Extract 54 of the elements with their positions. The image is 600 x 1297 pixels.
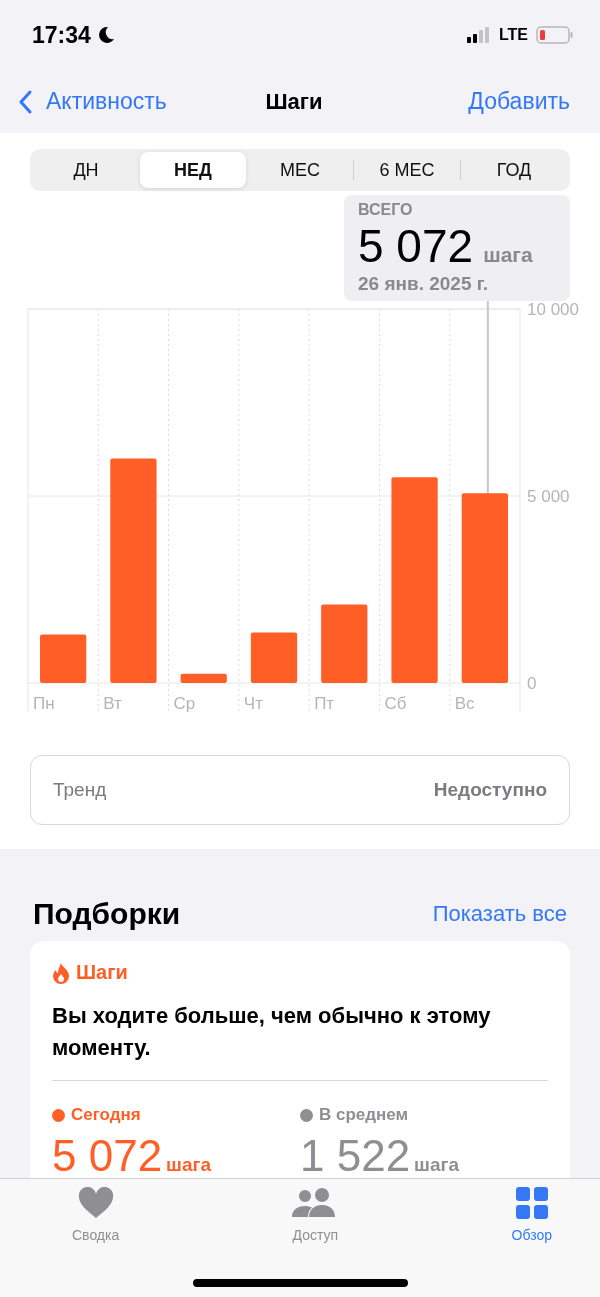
x-axis-label: Сб — [384, 694, 407, 713]
segment-tab[interactable]: НЕД — [140, 152, 246, 188]
callout-label: ВСЕГО — [358, 201, 414, 219]
stat-unit: шага — [166, 1154, 211, 1176]
bar[interactable] — [110, 458, 157, 683]
tab-bar-item[interactable]: Сводка — [72, 1187, 120, 1251]
bar[interactable] — [40, 634, 87, 683]
card-text: Вы ходите больше, чем обычно к этому моменту. — [52, 1002, 492, 1062]
trend-value: Недоступно — [433, 779, 547, 801]
stat-value: 1 522 — [300, 1131, 411, 1178]
x-axis-label: Пн — [33, 694, 55, 713]
card-category: Шаги — [76, 961, 128, 984]
show-all-link[interactable]: Показать все — [432, 901, 567, 927]
highlight-card[interactable]: Шаги Вы ходите больше, чем обычно к этому моменту. Сегодня 5 072 шага В среднем 1 522 шага — [30, 941, 570, 1178]
x-axis-label: Чт — [243, 694, 263, 713]
battery-icon — [536, 26, 574, 44]
tab-bar-item[interactable]: Доступ — [291, 1187, 340, 1251]
bar[interactable] — [250, 632, 298, 683]
stat-label: В среднем — [319, 1105, 409, 1125]
trend-label: Тренд — [53, 779, 107, 801]
stat-label: Сегодня — [71, 1105, 141, 1125]
y-axis-label: 0 — [527, 674, 537, 693]
segment-tab[interactable]: ДН — [33, 152, 139, 188]
callout-date: 26 янв. 2025 г. — [358, 273, 490, 295]
chevron-left-icon — [18, 89, 32, 114]
back-button[interactable]: Активность — [18, 88, 167, 115]
bar[interactable] — [321, 604, 368, 683]
heart-icon — [77, 1187, 114, 1219]
x-axis-label: Ср — [173, 694, 196, 713]
network-label: LTE — [498, 26, 528, 44]
page-title: Шаги — [265, 88, 323, 115]
segment-tab[interactable]: ГОД — [461, 152, 567, 188]
callout-unit: шага — [483, 243, 533, 267]
flame-icon — [52, 961, 70, 984]
stat-value: 5 072 — [52, 1131, 163, 1178]
segment-tab[interactable]: 6 МЕС — [354, 152, 460, 188]
stat-unit: шага — [414, 1154, 459, 1176]
trend-row[interactable]: Тренд Недоступно — [30, 755, 570, 825]
y-axis-label: 5 000 — [527, 487, 570, 506]
y-axis-label: 10 000 — [527, 301, 579, 319]
x-axis-label: Вс — [454, 694, 475, 713]
bar[interactable] — [391, 477, 438, 683]
tab-bar-item[interactable]: Обзор — [511, 1187, 552, 1251]
bar[interactable] — [461, 493, 508, 683]
x-axis-label: Пт — [314, 694, 335, 713]
callout-value: 5 072 — [358, 219, 474, 273]
moon-icon — [96, 26, 115, 44]
x-axis-label: Вт — [103, 694, 122, 713]
segment-tab[interactable]: МЕС — [247, 152, 353, 188]
bar[interactable] — [180, 673, 227, 683]
grid-icon — [515, 1187, 548, 1219]
add-button[interactable]: Добавить — [468, 88, 570, 115]
section-title: Подборки — [33, 897, 181, 931]
status-time: 17:34 — [32, 21, 91, 49]
